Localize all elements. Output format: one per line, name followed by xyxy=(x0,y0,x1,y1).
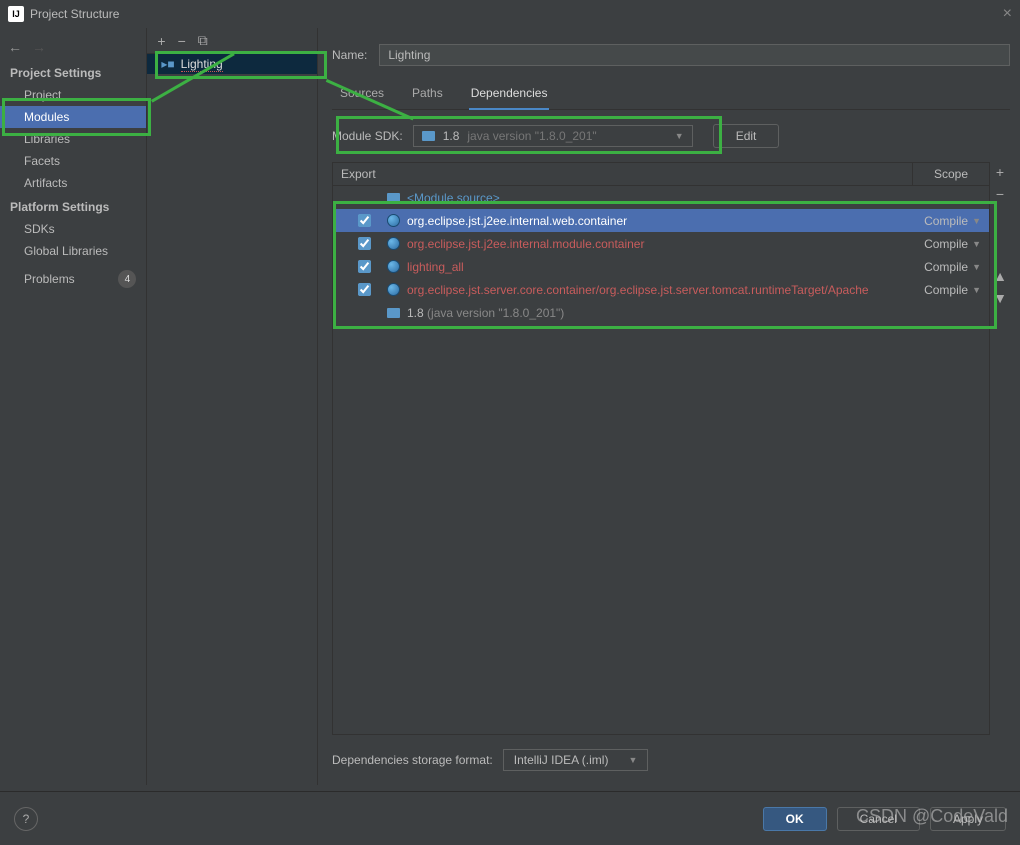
ok-button[interactable]: OK xyxy=(763,807,827,831)
sidebar-item-sdks[interactable]: SDKs xyxy=(0,218,146,240)
sidebar-item-project[interactable]: Project xyxy=(0,84,146,106)
dep-name: 1.8 (java version "1.8.0_201") xyxy=(407,306,911,320)
col-export[interactable]: Export xyxy=(333,163,913,185)
scope-cell[interactable]: Compile▼ xyxy=(911,260,981,274)
globe-icon xyxy=(387,260,400,273)
add-icon[interactable]: + xyxy=(157,33,165,49)
sidebar-heading-project: Project Settings xyxy=(0,60,146,84)
chevron-down-icon: ▼ xyxy=(628,755,637,765)
name-label: Name: xyxy=(332,48,367,62)
sidebar-item-libraries[interactable]: Libraries xyxy=(0,128,146,150)
export-checkbox[interactable] xyxy=(358,214,371,227)
dep-name: org.eclipse.jst.server.core.container/or… xyxy=(407,283,911,297)
col-scope[interactable]: Scope xyxy=(913,163,989,185)
module-sdk-select[interactable]: 1.8 java version "1.8.0_201" ▼ xyxy=(413,125,693,147)
nav-forward-icon[interactable]: → xyxy=(32,39,46,55)
folder-icon: ▸■ xyxy=(161,57,174,71)
table-row[interactable]: org.eclipse.jst.j2ee.internal.web.contai… xyxy=(333,209,989,232)
storage-format-label: Dependencies storage format: xyxy=(332,753,493,767)
help-button[interactable]: ? xyxy=(14,807,38,831)
cancel-button[interactable]: Cancel xyxy=(837,807,920,831)
remove-dep-icon[interactable]: − xyxy=(996,186,1004,202)
remove-icon[interactable]: − xyxy=(178,33,186,49)
scope-cell[interactable]: Compile▼ xyxy=(911,283,981,297)
table-row[interactable]: <Module source> xyxy=(333,186,989,209)
sidebar-item-problems[interactable]: Problems 4 xyxy=(0,262,146,292)
apply-button[interactable]: Apply xyxy=(930,807,1006,831)
tab-dependencies[interactable]: Dependencies xyxy=(469,80,550,110)
table-row[interactable]: 1.8 (java version "1.8.0_201") xyxy=(333,301,989,324)
sdk-folder-icon xyxy=(422,131,435,141)
sidebar-item-artifacts[interactable]: Artifacts xyxy=(0,172,146,194)
dep-name: <Module source> xyxy=(407,191,911,205)
storage-format-select[interactable]: IntelliJ IDEA (.iml) ▼ xyxy=(503,749,649,771)
sidebar-item-modules[interactable]: Modules xyxy=(0,106,146,128)
sidebar-item-global-libraries[interactable]: Global Libraries xyxy=(0,240,146,262)
move-down-icon[interactable]: ▼ xyxy=(993,290,1007,306)
folder-icon xyxy=(387,308,400,318)
problems-count-badge: 4 xyxy=(118,270,136,288)
export-checkbox[interactable] xyxy=(358,283,371,296)
copy-icon[interactable]: ⧉ xyxy=(198,32,208,49)
chevron-down-icon: ▼ xyxy=(675,131,684,141)
export-checkbox[interactable] xyxy=(358,260,371,273)
sidebar-heading-platform: Platform Settings xyxy=(0,194,146,218)
module-tree-item[interactable]: ▸■ Lighting xyxy=(147,54,317,74)
module-list: + − ⧉ ▸■ Lighting xyxy=(147,28,318,785)
storage-format-value: IntelliJ IDEA (.iml) xyxy=(514,753,609,767)
nav-back-icon[interactable]: ← xyxy=(8,39,22,55)
titlebar: IJ Project Structure × xyxy=(0,0,1020,28)
bottom-bar: ? OK Cancel Apply xyxy=(0,791,1020,845)
tabs: Sources Paths Dependencies xyxy=(332,80,1010,110)
move-up-icon[interactable]: ▲ xyxy=(993,268,1007,284)
globe-icon xyxy=(387,214,400,227)
table-row[interactable]: lighting_allCompile▼ xyxy=(333,255,989,278)
folder-icon xyxy=(387,193,400,203)
sdk-detail: java version "1.8.0_201" xyxy=(467,129,596,143)
export-checkbox[interactable] xyxy=(358,237,371,250)
dep-name: lighting_all xyxy=(407,260,911,274)
table-rows: <Module source> org.eclipse.jst.j2ee.inte… xyxy=(333,186,989,734)
add-dep-icon[interactable]: + xyxy=(996,164,1004,180)
main-area: ← → Project Settings Project Modules Lib… xyxy=(0,28,1020,785)
sidebar: ← → Project Settings Project Modules Lib… xyxy=(0,28,147,785)
tab-paths[interactable]: Paths xyxy=(410,80,445,109)
table-row[interactable]: org.eclipse.jst.server.core.container/or… xyxy=(333,278,989,301)
scope-cell[interactable]: Compile▼ xyxy=(911,214,981,228)
table-header: Export Scope xyxy=(333,163,989,186)
dep-name: org.eclipse.jst.j2ee.internal.module.con… xyxy=(407,237,911,251)
edit-sdk-button[interactable]: Edit xyxy=(713,124,780,148)
module-toolbar: + − ⧉ xyxy=(147,28,317,54)
scope-cell[interactable]: Compile▼ xyxy=(911,237,981,251)
app-icon: IJ xyxy=(8,6,24,22)
close-icon[interactable]: × xyxy=(1003,5,1012,23)
globe-icon xyxy=(387,283,400,296)
globe-icon xyxy=(387,237,400,250)
module-sdk-label: Module SDK: xyxy=(332,129,403,143)
dep-name: org.eclipse.jst.j2ee.internal.web.contai… xyxy=(407,214,911,228)
window-title: Project Structure xyxy=(30,7,119,21)
table-row[interactable]: org.eclipse.jst.j2ee.internal.module.con… xyxy=(333,232,989,255)
sdk-version: 1.8 xyxy=(443,129,460,143)
content: Name: Sources Paths Dependencies Module … xyxy=(318,28,1020,785)
dependencies-table: Export Scope <Module source> org.eclipse.… xyxy=(332,162,990,735)
table-side-buttons: + − ▲ ▼ xyxy=(990,162,1010,735)
problems-label: Problems xyxy=(24,272,75,286)
sidebar-item-facets[interactable]: Facets xyxy=(0,150,146,172)
module-name-input[interactable] xyxy=(379,44,1010,66)
